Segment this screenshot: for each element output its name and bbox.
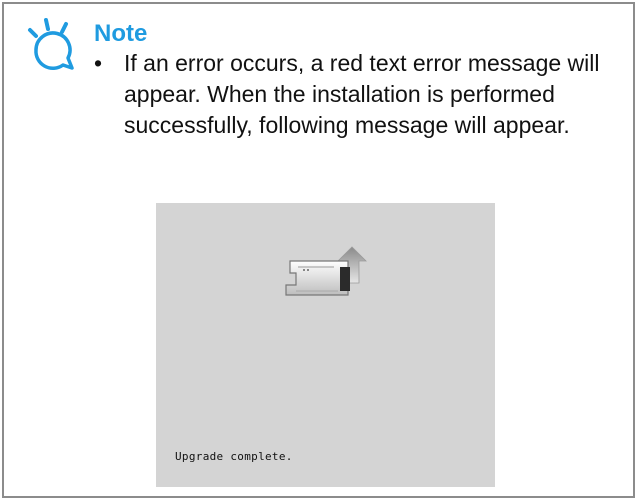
sewing-machine-upgrade-icon — [285, 246, 367, 296]
note-box: Note • If an error occurs, a red text er… — [2, 2, 635, 498]
upgrade-status-message: Upgrade complete. — [175, 450, 293, 463]
note-title: Note — [94, 20, 148, 47]
note-body: • If an error occurs, a red text error m… — [94, 48, 634, 141]
upgrade-screen: Upgrade complete. — [156, 203, 495, 487]
bullet: • — [94, 50, 103, 76]
note-text: If an error occurs, a red text error mes… — [124, 50, 600, 138]
lightbulb-icon — [28, 18, 74, 71]
